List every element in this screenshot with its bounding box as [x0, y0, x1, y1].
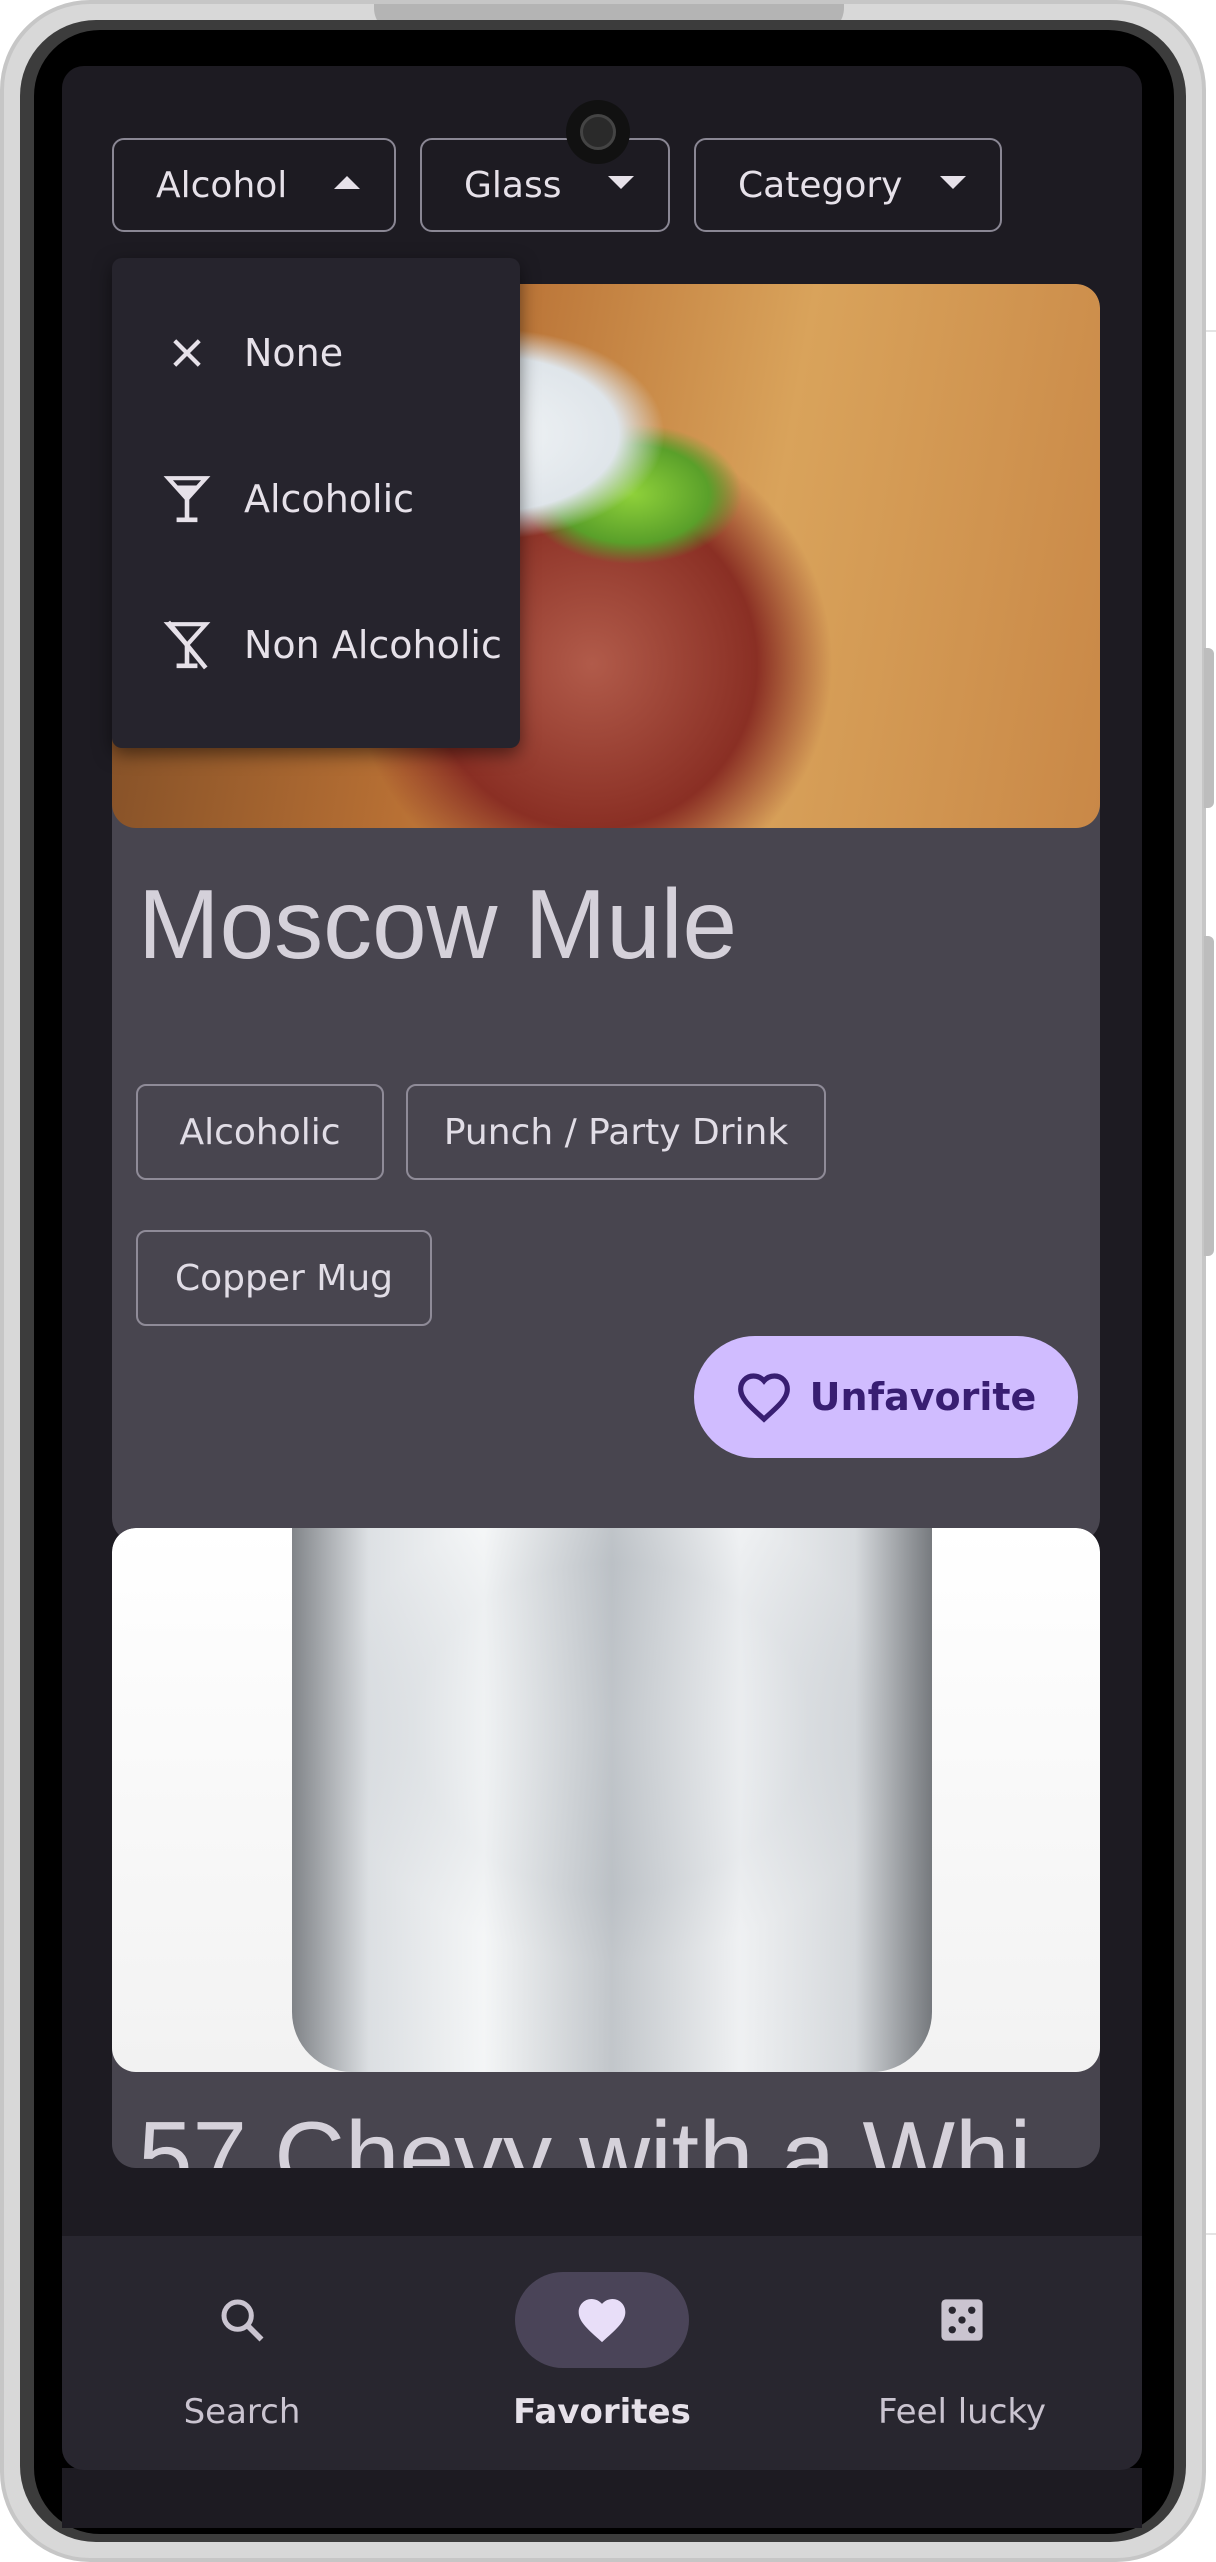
app-screen: Alcohol Glass Category Moscow Mule Alcoh… — [62, 66, 1142, 2470]
heart-outline-icon — [736, 1371, 792, 1423]
no-alcohol-icon — [152, 617, 222, 673]
menu-item-alcoholic[interactable]: Alcoholic — [112, 426, 520, 572]
filter-category-label: Category — [738, 164, 903, 206]
power-button — [1204, 936, 1214, 1256]
filter-glass-dropdown[interactable]: Glass — [420, 138, 670, 232]
alcohol-dropdown-menu: None Alcoholic Non Alcoholic — [112, 258, 520, 748]
caret-up-icon — [334, 176, 360, 189]
dice-icon — [936, 2294, 988, 2346]
tag-chip[interactable]: Copper Mug — [136, 1230, 432, 1326]
nav-icon-container — [875, 2272, 1049, 2368]
nav-label: Search — [183, 2392, 301, 2432]
menu-item-label: None — [244, 331, 344, 375]
drink-title: Moscow Mule — [138, 869, 738, 979]
menu-item-label: Non Alcoholic — [244, 623, 502, 667]
nav-item-search[interactable]: Search — [62, 2236, 422, 2470]
search-icon — [216, 2294, 268, 2346]
cocktail-glass-icon — [152, 471, 222, 527]
nav-item-feel-lucky[interactable]: Feel lucky — [782, 2236, 1142, 2470]
nav-label: Feel lucky — [877, 2392, 1047, 2432]
drink-card[interactable]: 57 Chevy with a Whi — [112, 1528, 1100, 2168]
menu-item-label: Alcoholic — [244, 477, 415, 521]
caret-down-icon — [940, 176, 966, 189]
nav-active-indicator — [515, 2272, 689, 2368]
screen-bottom-strip — [62, 2468, 1142, 2528]
nav-item-favorites[interactable]: Favorites — [422, 2236, 782, 2470]
filter-category-dropdown[interactable]: Category — [694, 138, 1002, 232]
volume-button — [1204, 648, 1214, 808]
close-icon — [152, 332, 222, 374]
unfavorite-button[interactable]: Unfavorite — [694, 1336, 1078, 1458]
menu-item-none[interactable]: None — [112, 280, 520, 426]
nav-label: Favorites — [513, 2392, 691, 2432]
tag-chip[interactable]: Alcoholic — [136, 1084, 384, 1180]
filter-glass-label: Glass — [464, 164, 562, 206]
drink-photo — [112, 1528, 1100, 2072]
filter-alcohol-label: Alcohol — [156, 164, 288, 206]
caret-down-icon — [608, 176, 634, 189]
front-camera — [566, 100, 630, 164]
tag-chip[interactable]: Punch / Party Drink — [406, 1084, 826, 1180]
bottom-navigation: Search Favorites Feel lucky — [62, 2236, 1142, 2470]
menu-item-non-alcoholic[interactable]: Non Alcoholic — [112, 572, 520, 718]
filter-alcohol-dropdown[interactable]: Alcohol — [112, 138, 396, 232]
nav-icon-container — [155, 2272, 329, 2368]
glass-shape — [292, 1528, 932, 2072]
heart-icon — [574, 2294, 630, 2346]
unfavorite-label: Unfavorite — [809, 1375, 1037, 1419]
drink-title: 57 Chevy with a Whi — [138, 2101, 1032, 2168]
